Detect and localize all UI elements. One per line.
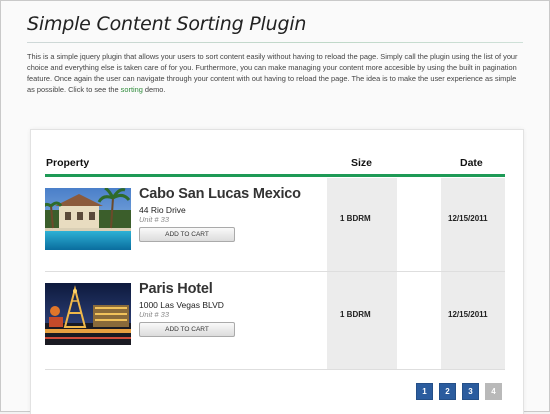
date-cell: 12/15/2011 <box>448 214 488 223</box>
property-name[interactable]: Paris Hotel <box>139 281 213 297</box>
sorting-demo-link[interactable]: sorting <box>121 85 143 94</box>
page-button-3[interactable]: 3 <box>462 383 479 400</box>
page-button-4: 4 <box>485 383 502 400</box>
page-button-1[interactable]: 1 <box>416 383 433 400</box>
add-to-cart-button[interactable]: ADD TO CART <box>139 322 235 337</box>
page-title: Simple Content Sorting Plugin <box>27 13 307 35</box>
property-unit: Unit # 33 <box>139 310 170 319</box>
size-cell: 1 BDRM <box>340 310 371 319</box>
row-divider <box>45 271 505 272</box>
title-divider <box>27 42 523 43</box>
size-cell: 1 BDRM <box>340 214 371 223</box>
villa-pool-image <box>45 188 131 250</box>
header-property[interactable]: Property <box>46 157 89 169</box>
paris-hotel-night-image <box>45 283 131 345</box>
row-divider <box>45 369 505 370</box>
size-column-bg <box>327 178 397 370</box>
page-button-2[interactable]: 2 <box>439 383 456 400</box>
content-card: Property Size Date Cabo San Lucas Mexico… <box>30 129 524 414</box>
intro-text-before: This is a simple jquery plugin that allo… <box>27 52 518 95</box>
property-address: 1000 Las Vegas BLVD <box>139 300 224 310</box>
property-address: 44 Rio Drive <box>139 205 186 215</box>
property-unit: Unit # 33 <box>139 215 170 224</box>
date-cell: 12/15/2011 <box>448 310 488 319</box>
header-divider <box>45 174 505 177</box>
add-to-cart-button[interactable]: ADD TO CART <box>139 227 235 242</box>
property-name[interactable]: Cabo San Lucas Mexico <box>139 186 301 202</box>
page-frame: Simple Content Sorting Plugin This is a … <box>0 0 550 414</box>
date-column-bg <box>441 178 505 370</box>
intro-text-after: demo. <box>142 85 166 95</box>
header-date[interactable]: Date <box>460 157 483 169</box>
header-size[interactable]: Size <box>351 157 372 169</box>
intro-paragraph: This is a simple jquery plugin that allo… <box>27 51 525 95</box>
